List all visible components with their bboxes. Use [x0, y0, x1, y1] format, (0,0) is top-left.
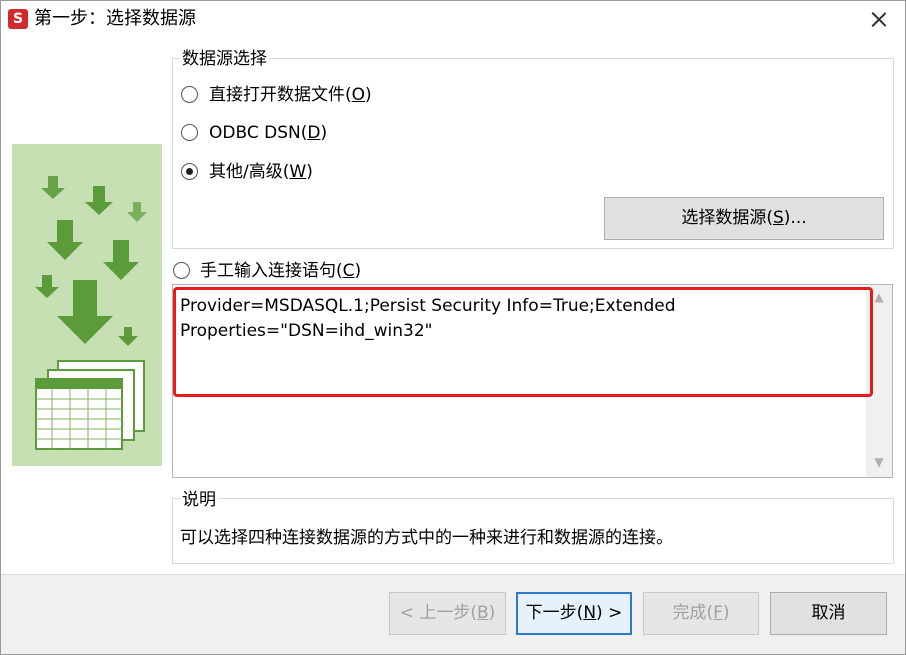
radio-open-data-file[interactable] [181, 86, 198, 103]
select-data-source-button[interactable]: 选择数据源(S)... [604, 197, 884, 240]
radio-open-data-file-label[interactable]: 直接打开数据文件(O) [209, 84, 372, 106]
radio-manual-connection-label[interactable]: 手工输入连接语句(C) [200, 260, 361, 282]
vertical-scrollbar[interactable] [866, 285, 892, 477]
data-import-illustration [12, 144, 162, 466]
finish-button[interactable]: 完成(F) [643, 592, 759, 635]
radio-odbc-dsn-label[interactable]: ODBC DSN(D) [209, 122, 327, 144]
scroll-up-icon[interactable]: ▲ [866, 290, 892, 310]
wps-logo-icon: S [8, 9, 28, 29]
radio-manual-connection[interactable] [173, 262, 190, 279]
previous-step-button[interactable]: < 上一步(B) [389, 592, 506, 635]
radio-other-advanced-label[interactable]: 其他/高级(W) [209, 161, 313, 183]
description-legend: 说明 [180, 488, 218, 512]
description-text: 可以选择四种连接数据源的方式中的一种来进行和数据源的连接。 [180, 528, 673, 548]
radio-odbc-dsn[interactable] [181, 124, 198, 141]
cancel-button[interactable]: 取消 [770, 592, 887, 635]
close-icon[interactable] [862, 4, 896, 34]
next-step-button[interactable]: 下一步(N) > [516, 592, 632, 635]
data-source-group-legend: 数据源选择 [180, 47, 269, 71]
scroll-down-icon[interactable]: ▼ [866, 455, 892, 475]
connection-string-text[interactable]: Provider=MSDASQL.1;Persist Security Info… [180, 294, 860, 344]
radio-other-advanced[interactable] [181, 163, 198, 180]
window-title: 第一步：选择数据源 [34, 8, 196, 29]
